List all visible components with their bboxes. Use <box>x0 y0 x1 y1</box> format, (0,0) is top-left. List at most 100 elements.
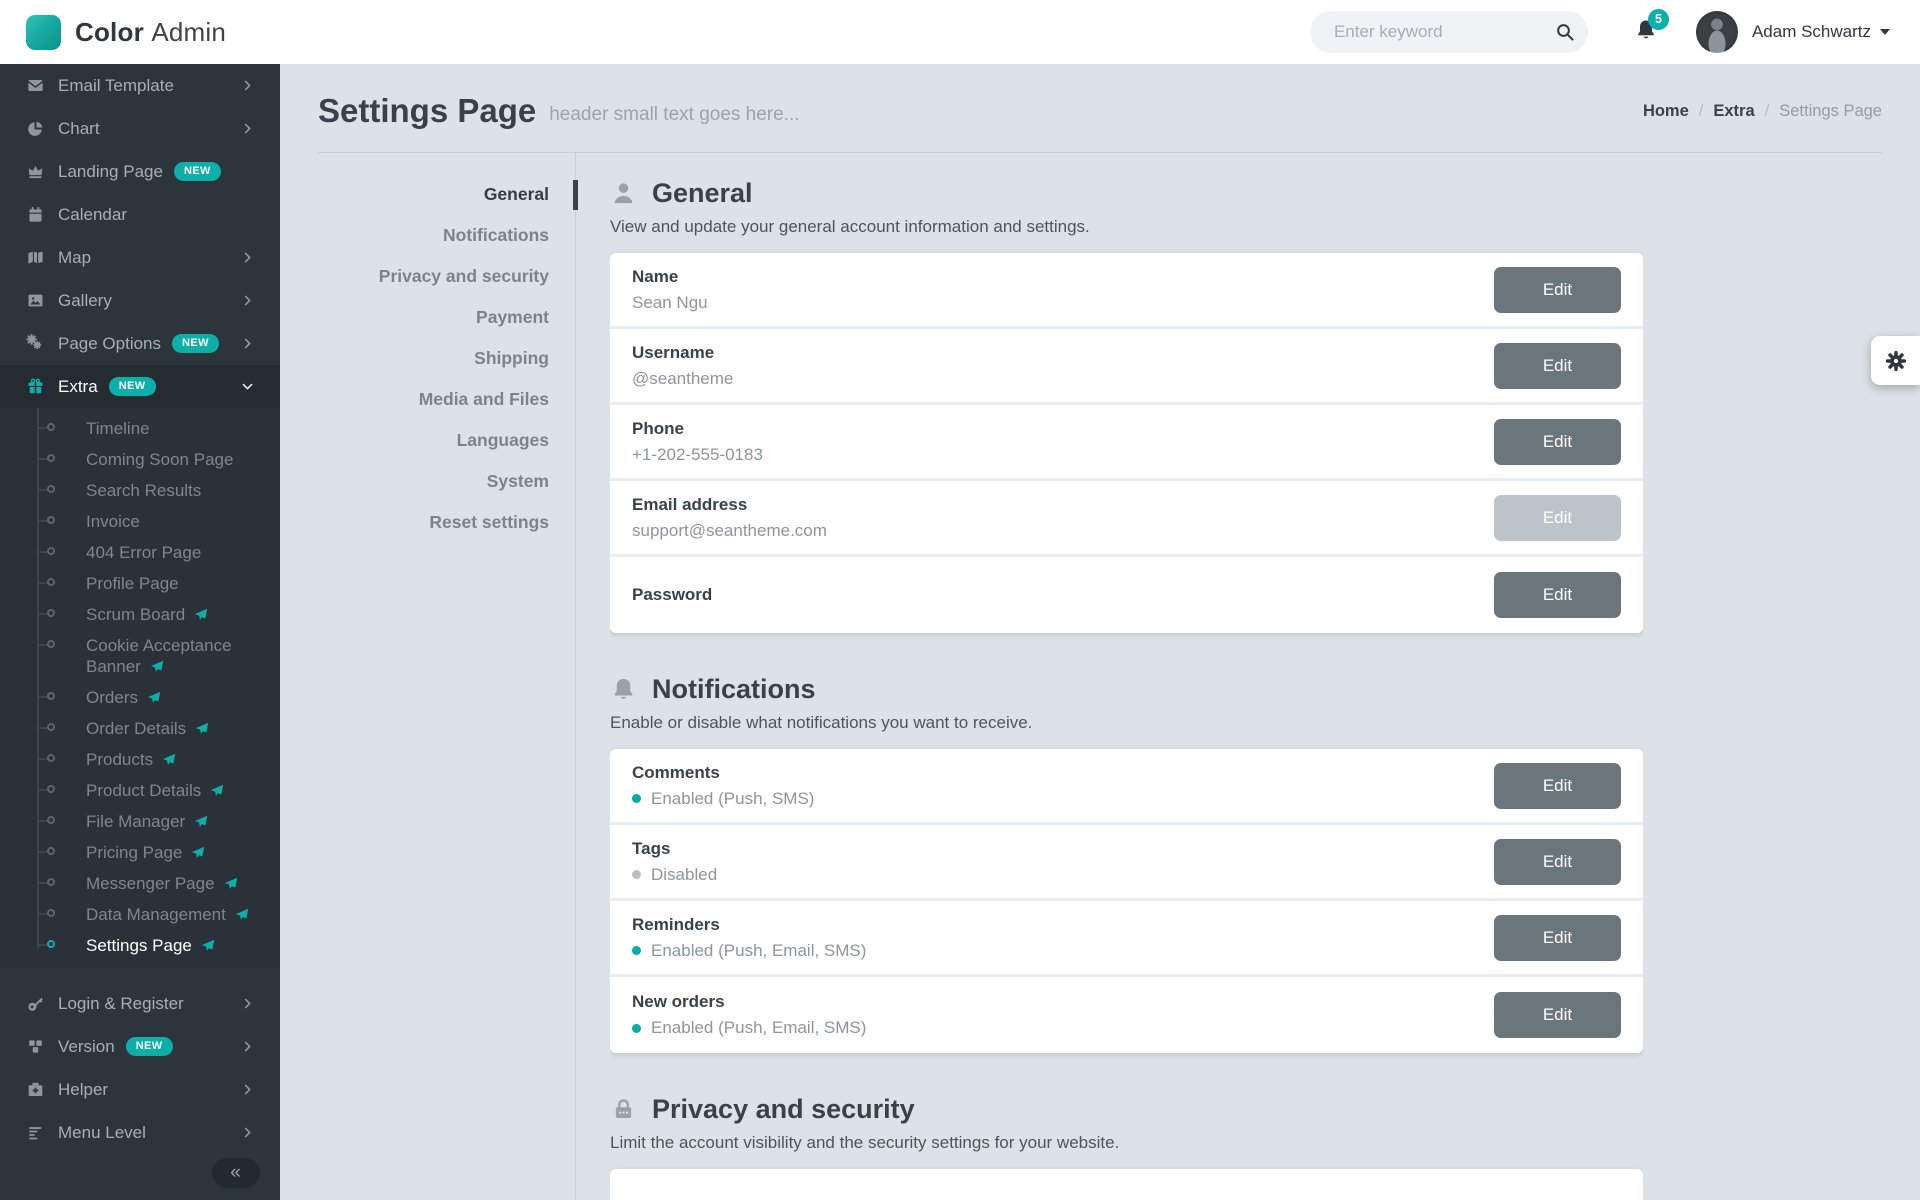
status-dot-enabled <box>632 946 641 955</box>
sidebar-item-label: Menu Level <box>58 1123 146 1143</box>
settings-nav-privacy-and-security[interactable]: Privacy and security <box>318 259 575 294</box>
sidebar-subitem-products[interactable]: Products <box>0 744 280 775</box>
edit-button-tags[interactable]: Edit <box>1494 839 1621 885</box>
chevron-right-icon <box>241 1083 254 1096</box>
setting-value: Enabled (Push, SMS) <box>632 789 814 809</box>
chevron-down-icon <box>241 380 254 393</box>
breadcrumb-extra[interactable]: Extra <box>1713 102 1754 121</box>
setting-row-comments: CommentsEnabled (Push, SMS)Edit <box>610 749 1643 825</box>
settings-nav-reset-settings[interactable]: Reset settings <box>318 505 575 540</box>
sidebar-subitem-search-results[interactable]: Search Results <box>0 475 280 506</box>
settings-nav-languages[interactable]: Languages <box>318 423 575 458</box>
settings-nav-media-and-files[interactable]: Media and Files <box>318 382 575 417</box>
sidebar-subitem-invoice[interactable]: Invoice <box>0 506 280 537</box>
sidebar-subitem-file-manager[interactable]: File Manager <box>0 806 280 837</box>
sidebar-item-email-template[interactable]: Email Template <box>0 64 280 107</box>
settings-nav-shipping[interactable]: Shipping <box>318 341 575 376</box>
sidebar-subitem-order-details[interactable]: Order Details <box>0 713 280 744</box>
chevron-right-icon <box>241 294 254 307</box>
sidebar-item-label: Map <box>58 248 91 268</box>
sidebar-item-version[interactable]: VersionNEW <box>0 1025 280 1068</box>
bullet-circle-icon <box>47 640 55 648</box>
settings-nav-notifications[interactable]: Notifications <box>318 218 575 253</box>
sidebar-subitem-product-details[interactable]: Product Details <box>0 775 280 806</box>
sidebar-subitem-label: Search Results <box>86 481 201 500</box>
sidebar-subitem-settings-page[interactable]: Settings Page <box>0 930 280 961</box>
sidebar-subitem-cookie-acceptance-banner[interactable]: Cookie Acceptance Banner <box>0 630 280 682</box>
sidebar-minify-button[interactable]: « <box>212 1158 260 1188</box>
sidebar-item-label: Page Options <box>58 334 161 354</box>
setting-label: Phone <box>632 419 763 439</box>
notifications-bell[interactable]: 5 <box>1634 18 1658 47</box>
sidebar-subitem-coming-soon-page[interactable]: Coming Soon Page <box>0 444 280 475</box>
setting-row-text: NameSean Ngu <box>632 267 708 313</box>
setting-value-text: +1-202-555-0183 <box>632 445 763 465</box>
setting-row-name: NameSean Ngu Edit <box>610 253 1643 329</box>
chevron-right-icon <box>241 122 254 135</box>
edit-button-new-orders[interactable]: Edit <box>1494 992 1621 1038</box>
edit-button-username[interactable]: Edit <box>1494 343 1621 389</box>
bullet-circle-icon <box>47 723 55 731</box>
edit-button-phone[interactable]: Edit <box>1494 419 1621 465</box>
bullet-circle-icon <box>47 609 55 617</box>
sidebar-subitem-label: Product Details <box>86 781 201 800</box>
edit-button-password[interactable]: Edit <box>1494 572 1621 618</box>
sidebar-item-label: Chart <box>58 119 100 139</box>
sidebar-subitem-pricing-page[interactable]: Pricing Page <box>0 837 280 868</box>
bullet-circle-icon <box>47 878 55 886</box>
sidebar-item-login-register[interactable]: Login & Register <box>0 982 280 1025</box>
sidebar-subitem-data-management[interactable]: Data Management <box>0 899 280 930</box>
bell-icon <box>610 676 637 703</box>
sidebar-item-extra[interactable]: ExtraNEW <box>0 365 280 408</box>
setting-row-text: Email addresssupport@seantheme.com <box>632 495 827 541</box>
sidebar-item-landing-page[interactable]: Landing Page NEW <box>0 150 280 193</box>
page-header: Settings Page header small text goes her… <box>318 64 1882 153</box>
setting-value-text: Sean Ngu <box>632 293 708 313</box>
setting-label: Email address <box>632 495 827 515</box>
brand-bold: Color <box>75 17 144 47</box>
breadcrumb-settings-page: Settings Page <box>1779 102 1882 121</box>
sidebar: Email Template Chart Landing Page NEW Calend… <box>0 64 280 1200</box>
search-icon[interactable] <box>1555 22 1575 42</box>
sidebar-subitem-label: 404 Error Page <box>86 543 201 562</box>
setting-value-text: Enabled (Push, Email, SMS) <box>651 1018 866 1038</box>
brand-logo[interactable]: Color Admin <box>0 15 280 50</box>
sidebar-menu: Email Template Chart Landing Page NEW Calend… <box>0 64 280 1154</box>
edit-button-name[interactable]: Edit <box>1494 267 1621 313</box>
sidebar-item-page-options[interactable]: Page OptionsNEW <box>0 322 280 365</box>
brand-text: Color Admin <box>75 17 226 48</box>
theme-settings-button[interactable] <box>1871 336 1920 385</box>
breadcrumb-home[interactable]: Home <box>1643 102 1689 121</box>
sidebar-subitem-timeline[interactable]: Timeline <box>0 413 280 444</box>
sidebar-item-helper[interactable]: Helper <box>0 1068 280 1111</box>
settings-nav-system[interactable]: System <box>318 464 575 499</box>
settings-nav-general[interactable]: General <box>318 177 575 212</box>
sidebar-subitem-404-error-page[interactable]: 404 Error Page <box>0 537 280 568</box>
settings-sections: GeneralView and update your general acco… <box>610 153 1643 1200</box>
new-badge: NEW <box>109 377 156 396</box>
sidebar-item-calendar[interactable]: Calendar <box>0 193 280 236</box>
setting-label: Tags <box>632 839 717 859</box>
settings-nav: General Notifications Privacy and security… <box>318 153 576 1200</box>
edit-button-reminders[interactable]: Edit <box>1494 915 1621 961</box>
settings-nav-payment[interactable]: Payment <box>318 300 575 335</box>
setting-value-text: Disabled <box>651 865 717 885</box>
user-avatar[interactable] <box>1696 11 1738 53</box>
sidebar-subitem-profile-page[interactable]: Profile Page <box>0 568 280 599</box>
sidebar-subitem-orders[interactable]: Orders <box>0 682 280 713</box>
map-icon <box>25 247 46 268</box>
edit-button-comments[interactable]: Edit <box>1494 763 1621 809</box>
sidebar-item-chart[interactable]: Chart <box>0 107 280 150</box>
setting-value-text: @seantheme <box>632 369 733 389</box>
sidebar-subitem-messenger-page[interactable]: Messenger Page <box>0 868 280 899</box>
sidebar-item-label: Gallery <box>58 291 112 311</box>
sidebar-item-map[interactable]: Map <box>0 236 280 279</box>
paper-plane-icon <box>193 813 209 828</box>
sidebar-item-label: Landing Page <box>58 162 163 182</box>
user-menu[interactable]: Adam Schwartz <box>1752 22 1890 42</box>
sidebar-item-gallery[interactable]: Gallery <box>0 279 280 322</box>
new-badge: NEW <box>174 162 221 181</box>
sidebar-item-menu-level[interactable]: Menu Level <box>0 1111 280 1154</box>
search-input[interactable] <box>1334 22 1555 42</box>
sidebar-subitem-scrum-board[interactable]: Scrum Board <box>0 599 280 630</box>
